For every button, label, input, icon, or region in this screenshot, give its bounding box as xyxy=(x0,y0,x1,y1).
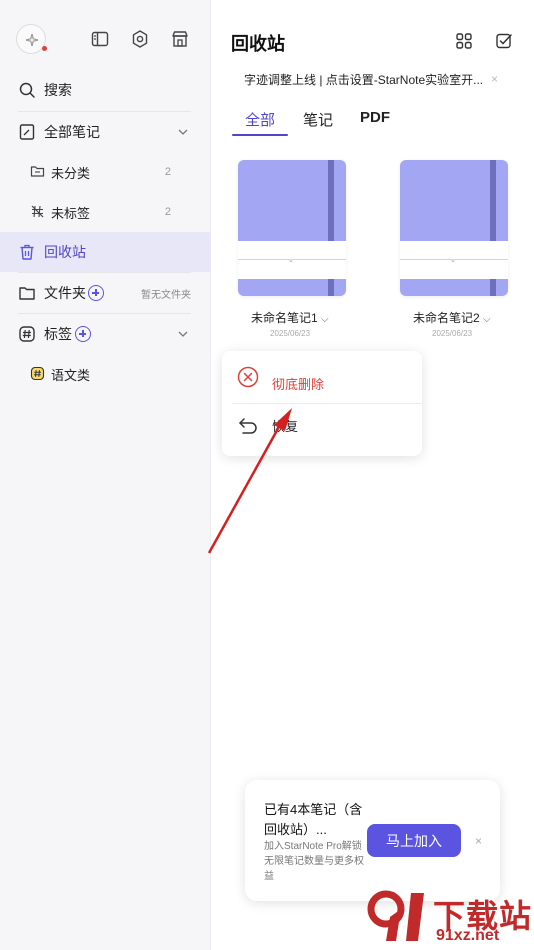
sidebar-item-label: 搜索 xyxy=(44,82,72,98)
avatar[interactable] xyxy=(16,24,47,54)
notice-banner[interactable]: 字迹调整上线 | 点击设置-StarNote实验室开... xyxy=(244,71,482,88)
tab-active-indicator xyxy=(232,134,288,136)
pen-icon: ⌄ xyxy=(450,257,456,264)
search-icon xyxy=(19,82,35,98)
sidebar-item-uncategorized[interactable]: 未分类 2 xyxy=(0,152,211,192)
sidebar-item-search[interactable]: 搜索 xyxy=(0,70,211,110)
chevron-down-icon[interactable]: ⌵ xyxy=(483,314,491,325)
chevron-down-icon[interactable]: ⌵ xyxy=(321,314,329,325)
grid-view-icon[interactable] xyxy=(455,32,473,50)
notification-dot xyxy=(42,46,47,51)
undo-icon xyxy=(239,418,257,434)
notebook-icon xyxy=(19,124,35,140)
notebook-strap xyxy=(490,279,496,296)
watermark-url: 91xz.net xyxy=(436,927,500,944)
pen-icon: ⌄ xyxy=(288,257,294,264)
sidebar-item-folders[interactable]: 文件夹 暂无文件夹 xyxy=(0,273,211,313)
empty-folder-hint: 暂无文件夹 xyxy=(141,289,191,301)
sidebar-item-label: 回收站 xyxy=(44,244,86,260)
sidebar-item-label: 全部笔记 xyxy=(44,124,100,140)
folder-icon xyxy=(19,287,35,300)
add-tag-icon[interactable] xyxy=(75,326,91,342)
sidebar-item-label: 未分类 xyxy=(51,165,91,181)
notebook-date: 2025/06/23 xyxy=(270,329,311,338)
notebook-strap xyxy=(328,160,334,242)
close-icon[interactable]: × xyxy=(491,72,498,86)
join-now-button[interactable]: 马上加入 xyxy=(367,824,461,857)
menu-item-label: 恢复 xyxy=(272,419,299,434)
notebook-cover[interactable]: ⌄ xyxy=(400,160,508,296)
sidebar-item-label: 语文类 xyxy=(51,367,91,383)
close-icon[interactable]: × xyxy=(475,834,482,848)
sparkle-icon xyxy=(25,33,39,47)
add-folder-icon[interactable] xyxy=(88,285,104,301)
sidebar-item-all-notes[interactable]: 全部笔记 xyxy=(0,112,211,152)
settings-icon[interactable] xyxy=(130,29,150,49)
notebook-name[interactable]: 未命名笔记1 ⌵ xyxy=(251,309,329,326)
folder-icon xyxy=(30,166,45,177)
notebook-label-band: ⌄ xyxy=(238,241,346,279)
untagged-icon xyxy=(31,205,44,218)
select-checkbox-icon[interactable] xyxy=(495,32,513,50)
close-circle-icon xyxy=(237,366,259,388)
notebook-label-band: ⌄ xyxy=(400,241,508,279)
restore-button[interactable]: 恢复 xyxy=(222,404,422,454)
watermark-logo xyxy=(367,890,424,941)
store-icon[interactable] xyxy=(170,29,190,49)
menu-item-label: 彻底删除 xyxy=(272,377,325,392)
item-count: 2 xyxy=(164,166,171,178)
notebook-date: 2025/06/23 xyxy=(432,329,473,338)
delete-permanently-button[interactable]: 彻底删除 xyxy=(222,351,422,401)
item-count: 2 xyxy=(164,206,171,218)
notebook-strap xyxy=(328,279,334,296)
tag-icon xyxy=(19,326,35,342)
sidebar-item-tags[interactable]: 标签 xyxy=(0,314,211,354)
chevron-down-icon[interactable] xyxy=(177,126,189,138)
promo-title: 已有4本笔记（含回收站）... xyxy=(264,802,363,837)
sidebar-toolbar xyxy=(16,24,194,58)
notebook-strap xyxy=(490,160,496,242)
sidebar: 搜索 全部笔记 未分类 2 未标签 2 回收站 文件夹 暂无文件夹 标签 语文类 xyxy=(0,0,211,950)
context-menu: 彻底删除 恢复 xyxy=(222,351,422,456)
sidebar-item-untagged[interactable]: 未标签 2 xyxy=(0,192,211,232)
watermark: 下载站 91xz.net xyxy=(366,883,534,950)
sidebar-item-tag[interactable]: 语文类 xyxy=(0,354,211,394)
promo-description: 加入StarNote Pro解锁无限笔记数量与更多权益 xyxy=(264,841,364,882)
tab-notes[interactable]: 笔记 xyxy=(303,109,333,130)
sidebar-item-trash[interactable]: 回收站 xyxy=(0,232,211,272)
sidebar-item-label: 未标签 xyxy=(51,205,91,221)
sidebar-item-label: 标签 xyxy=(44,326,72,342)
tab-all[interactable]: 全部 xyxy=(245,109,275,130)
sidebar-toggle-icon[interactable] xyxy=(90,29,110,49)
tab-pdf[interactable]: PDF xyxy=(360,109,390,126)
notebook-name[interactable]: 未命名笔记2 ⌵ xyxy=(413,309,491,326)
main-panel: 回收站 字迹调整上线 | 点击设置-StarNote实验室开... × 全部 笔… xyxy=(212,0,534,950)
notebook-cover[interactable]: ⌄ xyxy=(238,160,346,296)
tag-icon xyxy=(30,366,45,381)
trash-icon xyxy=(20,244,34,260)
page-title: 回收站 xyxy=(231,34,285,54)
sidebar-item-label: 文件夹 xyxy=(44,285,86,301)
chevron-down-icon[interactable] xyxy=(177,328,189,340)
